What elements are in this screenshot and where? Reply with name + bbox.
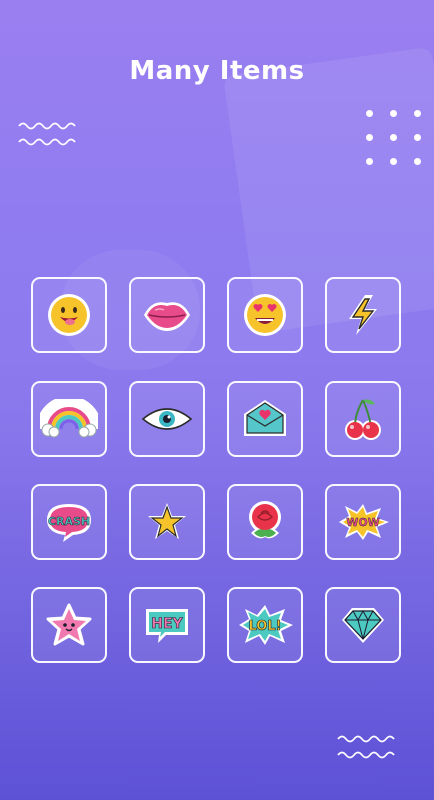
sticker-text: WOW <box>346 516 380 529</box>
pink-star-face-sticker-icon <box>46 603 92 646</box>
smiley-face-sticker-icon <box>48 294 90 336</box>
wow-burst-sticker-tile[interactable]: WOW <box>325 484 401 560</box>
lol-burst-sticker-tile[interactable]: LOL! <box>227 587 303 663</box>
lol-burst-sticker-icon: LOL! <box>239 605 293 645</box>
smiley-face-sticker-tile[interactable] <box>31 277 107 353</box>
love-envelope-sticker-icon <box>244 400 286 436</box>
wave-decoration-icon <box>337 733 401 765</box>
crash-bubble-sticker-icon: CRASH <box>47 504 91 542</box>
cherries-sticker-icon <box>345 399 381 440</box>
sticker-text: LOL! <box>248 619 281 634</box>
page-title: Many Items <box>129 56 305 86</box>
hey-bubble-sticker-icon: HEY <box>146 609 188 643</box>
hey-bubble-sticker-tile[interactable]: HEY <box>129 587 205 663</box>
heart-eyes-emoji-sticker-icon <box>244 294 286 336</box>
rainbow-sticker-tile[interactable] <box>31 381 107 457</box>
sticker-text: CRASH <box>48 515 90 528</box>
love-envelope-sticker-tile[interactable] <box>227 381 303 457</box>
lips-sticker-tile[interactable] <box>129 277 205 353</box>
eye-sticker-tile[interactable] <box>129 381 205 457</box>
star-sticker-tile[interactable] <box>129 484 205 560</box>
wow-burst-sticker-icon: WOW <box>339 504 389 540</box>
diamond-sticker-icon <box>342 608 384 643</box>
rainbow-sticker-icon <box>40 399 98 438</box>
rose-sticker-icon <box>249 501 281 539</box>
eye-sticker-icon <box>141 408 193 430</box>
wave-decoration-icon <box>18 120 82 152</box>
heart-eyes-emoji-sticker-tile[interactable] <box>227 277 303 353</box>
pink-star-face-sticker-tile[interactable] <box>31 587 107 663</box>
diamond-sticker-tile[interactable] <box>325 587 401 663</box>
cherries-sticker-tile[interactable] <box>325 381 401 457</box>
sticker-text: HEY <box>151 616 183 632</box>
rose-sticker-tile[interactable] <box>227 484 303 560</box>
star-sticker-icon <box>148 503 186 539</box>
crash-bubble-sticker-tile[interactable]: CRASH <box>31 484 107 560</box>
lightning-bolt-sticker-icon <box>349 295 377 335</box>
dots-decoration-icon <box>366 110 426 170</box>
lips-sticker-icon <box>144 302 190 331</box>
lightning-bolt-sticker-tile[interactable] <box>325 277 401 353</box>
